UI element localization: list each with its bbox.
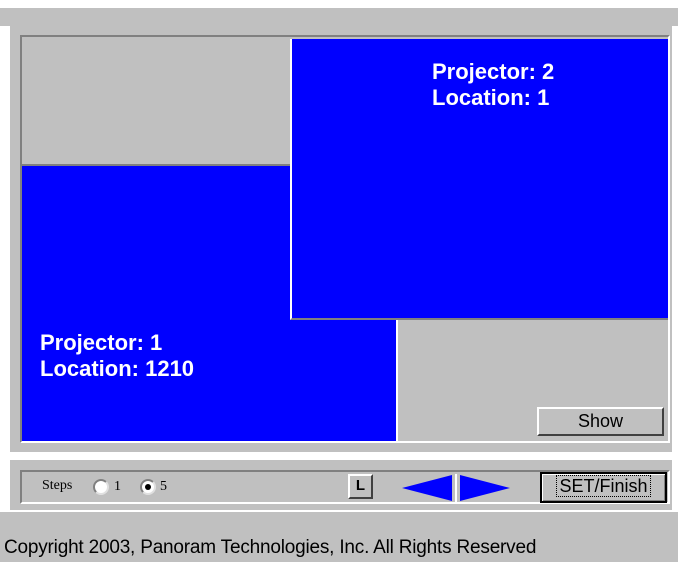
steps-radio-5-label: 5	[160, 479, 167, 494]
arrow-divider	[455, 474, 457, 502]
steps-radio-1-label: 1	[114, 479, 121, 494]
arrow-right-icon[interactable]	[460, 475, 510, 501]
projector-canvas: Projector: 1 Location: 1210 Projector: 2…	[20, 35, 670, 443]
projector-1-label: Projector: 1	[40, 330, 163, 355]
projector-1-location: Location: 1210	[40, 356, 195, 381]
steps-label: Steps	[42, 478, 73, 493]
projector-2-info: Projector: 2 Location: 1	[432, 59, 554, 111]
radio-selected-dot	[145, 484, 151, 490]
steps-radio-1[interactable]	[93, 479, 109, 495]
projector-2-region[interactable]: Projector: 2 Location: 1	[290, 39, 668, 320]
projector-2-label: Projector: 2	[432, 59, 555, 84]
top-band	[0, 8, 678, 26]
copyright-text: Copyright 2003, Panoram Technologies, In…	[4, 537, 537, 558]
show-button[interactable]: Show	[537, 407, 664, 436]
app-window: Projector: 1 Location: 1210 Projector: 2…	[0, 0, 678, 562]
projector-2-location: Location: 1	[432, 85, 550, 110]
projector-1-info: Projector: 1 Location: 1210	[40, 330, 194, 382]
steps-radio-5[interactable]	[140, 479, 156, 495]
l-button[interactable]: L	[348, 474, 373, 499]
set-finish-label: SET/Finish	[556, 475, 651, 497]
set-finish-button[interactable]: SET/Finish	[540, 472, 667, 503]
arrow-left-icon[interactable]	[402, 475, 452, 501]
